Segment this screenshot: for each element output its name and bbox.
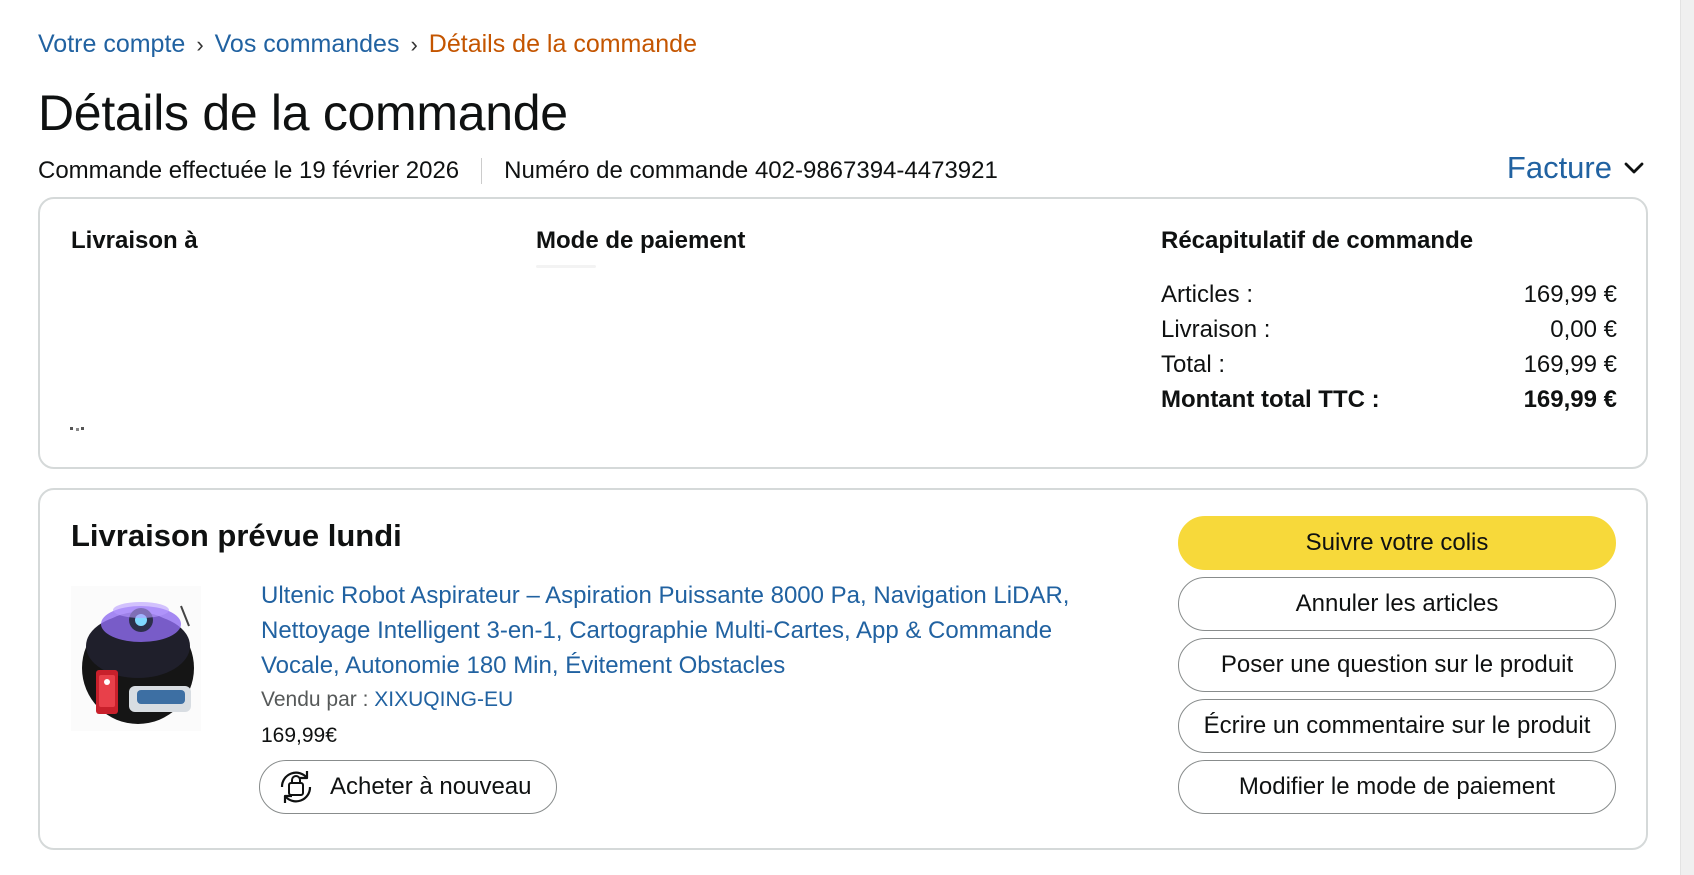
invoice-label: Facture <box>1506 150 1612 185</box>
breadcrumb-account-link[interactable]: Votre compte <box>38 30 185 59</box>
buy-again-icon <box>274 765 318 809</box>
delivery-title: Livraison prévue lundi <box>71 518 402 553</box>
chevron-down-icon <box>1624 162 1644 174</box>
shipping-address-title: Livraison à <box>71 227 198 254</box>
cancel-items-button[interactable]: Annuler les articles <box>1178 577 1616 631</box>
truncated-address-mark <box>70 427 84 431</box>
summary-value: 169,99 € <box>1523 386 1617 413</box>
summary-label: Montant total TTC : <box>1161 386 1380 413</box>
order-summary-title: Récapitulatif de commande <box>1161 227 1474 254</box>
buy-again-button[interactable]: Acheter à nouveau <box>259 760 557 814</box>
summary-row-grand-total: Montant total TTC : 169,99 € <box>1161 382 1617 417</box>
sold-by: Vendu par : XIXUQING-EU <box>261 688 513 712</box>
breadcrumb-separator: › <box>410 31 418 57</box>
breadcrumb-current: Détails de la commande <box>428 30 697 58</box>
summary-row-items: Articles : 169,99 € <box>1161 277 1617 312</box>
ask-question-button[interactable]: Poser une question sur le produit <box>1178 638 1616 692</box>
write-review-button[interactable]: Écrire un commentaire sur le produit <box>1178 699 1616 753</box>
payment-method-title: Mode de paiement <box>536 227 746 254</box>
page-title: Détails de la commande <box>38 85 568 141</box>
order-actions: Suivre votre colis Annuler les articles … <box>1178 516 1616 821</box>
summary-row-total: Total : 169,99 € <box>1161 347 1617 382</box>
summary-value: 169,99 € <box>1523 281 1617 308</box>
product-image[interactable] <box>71 586 201 731</box>
order-date: Commande effectuée le 19 février 2026 <box>38 157 460 184</box>
invoice-dropdown[interactable]: Facture <box>1507 150 1644 186</box>
product-price: 169,99€ <box>261 724 337 747</box>
scrollbar-track[interactable] <box>1680 0 1694 875</box>
change-payment-button[interactable]: Modifier le mode de paiement <box>1178 760 1616 814</box>
summary-label: Livraison : <box>1161 316 1271 343</box>
summary-value: 0,00 € <box>1550 316 1617 343</box>
breadcrumb: Votre compte › Vos commandes › Détails d… <box>38 30 697 59</box>
product-title-link[interactable]: Ultenic Robot Aspirateur – Aspiration Pu… <box>261 578 1121 683</box>
order-summary-list: Articles : 169,99 € Livraison : 0,00 € T… <box>1161 277 1617 417</box>
order-number: Numéro de commande 402-9867394-4473921 <box>504 157 998 184</box>
meta-divider <box>481 158 483 184</box>
breadcrumb-separator: › <box>196 31 204 57</box>
summary-label: Articles : <box>1161 281 1254 308</box>
order-meta: Commande effectuée le 19 février 2026 Nu… <box>38 157 998 185</box>
delivery-card: Livraison prévue lundi Ultenic Robot Asp… <box>38 488 1648 850</box>
buy-again-label: Acheter à nouveau <box>330 773 532 800</box>
track-package-button[interactable]: Suivre votre colis <box>1178 516 1616 570</box>
summary-label: Total : <box>1161 351 1226 378</box>
sold-by-label: Vendu par : <box>261 688 369 711</box>
summary-value: 169,99 € <box>1523 351 1617 378</box>
summary-row-shipping: Livraison : 0,00 € <box>1161 312 1617 347</box>
seller-link[interactable]: XIXUQING-EU <box>374 688 513 711</box>
breadcrumb-orders-link[interactable]: Vos commandes <box>215 30 400 59</box>
payment-method-placeholder <box>536 265 596 268</box>
order-summary-card: Livraison à Mode de paiement Récapitulat… <box>38 197 1648 469</box>
